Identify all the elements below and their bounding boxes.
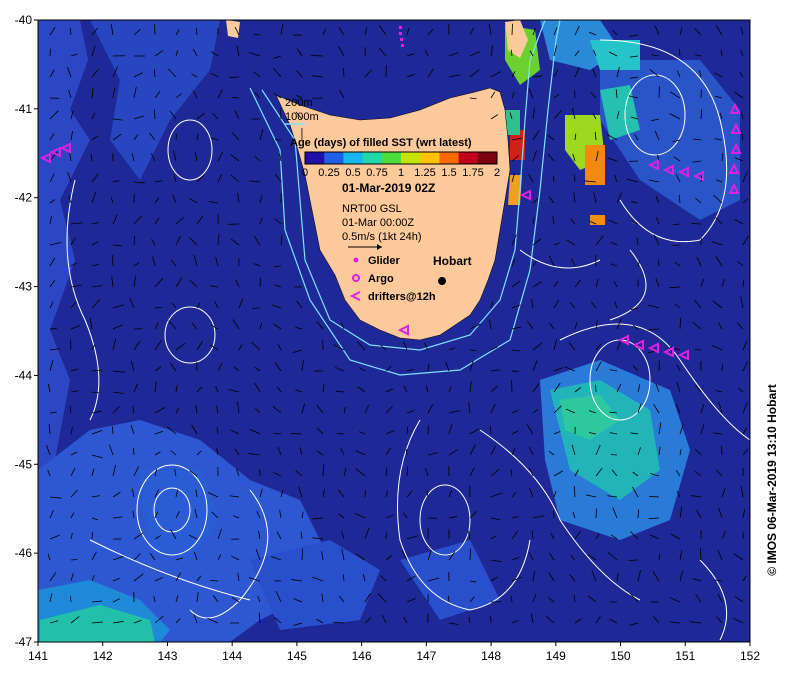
isobath-200m-label: 200m [285,97,313,109]
lat-tick-label: -40 [15,13,33,27]
colorbar-tick-label: 1 [398,167,404,179]
colorbar-tick-label: 0 [302,167,308,179]
colorbar-tick-label: 2 [494,167,500,179]
lat-tick-label: -46 [15,546,33,560]
model-label: NRT00 GSL [342,203,402,215]
colorbar-segment [362,152,383,164]
lon-tick-label: 143 [157,649,177,663]
colorbar-segment [305,152,325,164]
lon-tick-label: 149 [546,649,566,663]
lon-tick-label: 152 [740,649,760,663]
longitude-axis: 141 142 143 144 145 146 147 148 149 150 151 152 [28,642,760,663]
isobath-1000m-label: 1000m [285,111,319,123]
hobart-label: Hobart [433,254,472,268]
sst-age-map: Hobart 200m 1000m Age (days) of filled S… [15,13,761,663]
current-vector [672,244,681,246]
lon-tick-label: 145 [287,649,307,663]
lat-tick-label: -42 [15,191,33,205]
drifter-legend-label: drifters@12h [368,291,436,303]
current-vector [70,339,72,351]
colorbar-segment [324,152,344,164]
colorbar-tick-label: 1.75 [462,167,483,179]
lon-tick-label: 148 [481,649,501,663]
current-vector [694,349,702,351]
colorbar-segment [458,152,479,164]
colorbar-tick-label: 0.5 [345,167,360,179]
current-vector [49,48,51,57]
current-vector [70,559,78,561]
current-vector [658,259,660,267]
colorbar-segment [401,152,421,164]
glider-legend-label: Glider [368,255,401,267]
current-vector [721,445,723,456]
lat-tick-label: -45 [15,457,33,471]
colorbar-segment [343,152,364,164]
credit-text: © IMOS 06-Mar-2019 13:10 Hobart [765,384,779,576]
colorbar-tick-label: 0.25 [318,167,339,179]
colorbar-tick-label: 1.5 [441,167,456,179]
colorbar-segment [439,152,460,164]
colorbar [304,151,498,165]
lat-tick-label: -47 [15,635,33,649]
colorbar-tick-label: 0.75 [366,167,387,179]
lat-tick-label: -44 [15,368,33,382]
lon-tick-label: 141 [28,649,48,663]
current-vector [290,433,303,435]
current-vector [553,510,555,519]
lon-tick-label: 147 [416,649,436,663]
lon-tick-label: 151 [675,649,695,663]
lon-tick-label: 150 [611,649,631,663]
lon-tick-label: 146 [352,649,372,663]
colorbar-tick-label: 1.25 [414,167,435,179]
glider-legend-icon [353,257,359,263]
current-vector [649,496,660,498]
lon-tick-label: 144 [222,649,242,663]
current-vector [343,67,345,78]
lat-tick-label: -43 [15,280,33,294]
colorbar-segment [381,152,402,164]
colorbar-title: Age (days) of filled SST (wrt latest) [290,137,472,149]
argo-legend-label: Argo [368,273,394,285]
colorbar-segment [420,152,440,164]
colorbar-segment [477,152,498,164]
current-vector [511,23,513,36]
current-vector [154,24,156,36]
current-vector [259,277,261,288]
vector-scale-label: 0.5m/s (1kt 24h) [342,231,421,243]
king-island [226,20,240,38]
latitude-axis: -40 -41 -42 -43 -44 -45 -46 -47 [15,13,38,649]
date-label: 01-Mar-2019 02Z [342,181,435,195]
colorbar-ticks: 0 0.25 0.5 0.75 1 1.25 1.5 1.75 2 [302,167,500,179]
model-time-label: 01-Mar 00:00Z [342,217,414,229]
lon-tick-label: 142 [93,649,113,663]
lat-tick-label: -41 [15,102,33,116]
hobart-marker [438,277,446,285]
